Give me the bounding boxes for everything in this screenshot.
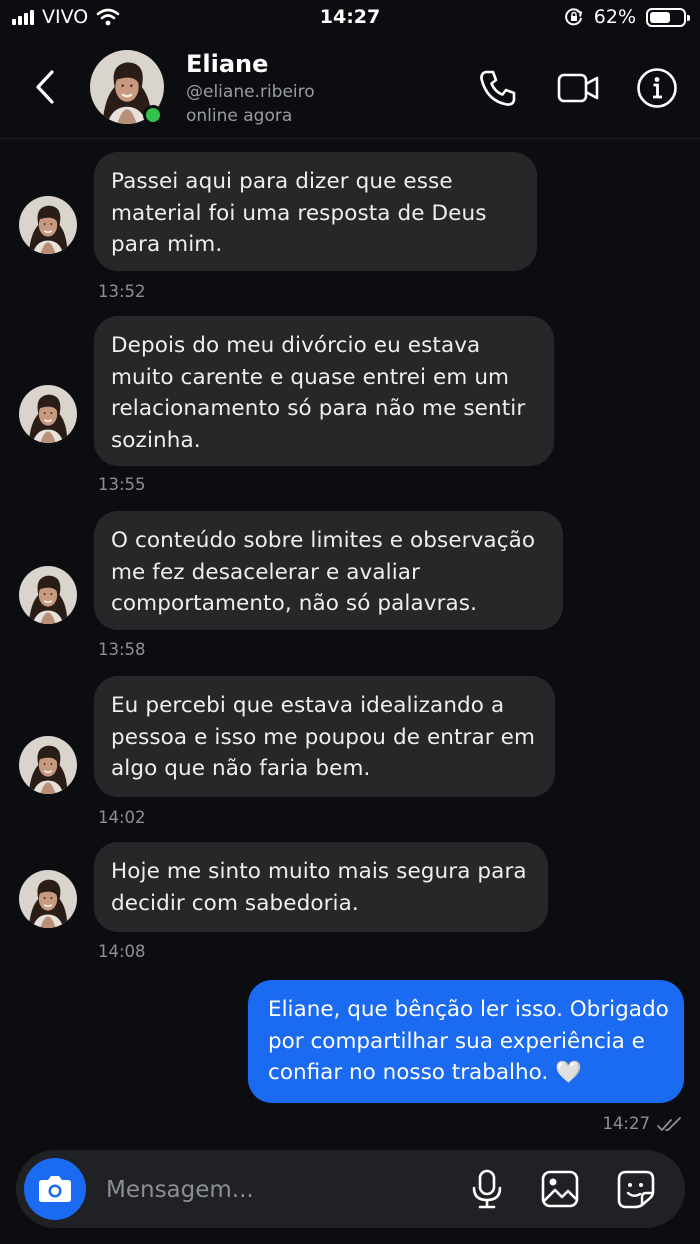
status-bar: VIVO 14:27 62% [0, 0, 700, 38]
contact-name[interactable]: Eliane [186, 50, 268, 78]
message-text: Passei aqui para dizer que esse [111, 169, 453, 194]
message-text: relacionamento só para não me sentir [111, 396, 526, 421]
message-text: Eu percebi que estava idealizando a [111, 693, 505, 718]
camera-button[interactable] [24, 1158, 86, 1220]
camera-icon [39, 1176, 71, 1202]
message-text: confiar no nosso trabalho. 🤍 [268, 1060, 582, 1085]
message-text: Eliane, que bênção ler isso. Obrigado [268, 997, 669, 1022]
message-text: por compartilhar sua experiência e [268, 1028, 645, 1054]
message-time: 14:27 [602, 1114, 650, 1133]
double-check-icon [657, 1117, 681, 1131]
message-text: sozinha. [111, 427, 201, 453]
message-text: me fez desacelerar e avaliar [111, 559, 421, 585]
message-time: 14:08 [98, 942, 146, 961]
message-text: algo que não faria bem. [111, 756, 371, 781]
message-text: comportamento, não só palavras. [111, 591, 478, 616]
battery-fill [650, 11, 670, 23]
orientation-lock-icon [564, 8, 582, 26]
message-bubble[interactable]: O conteúdo sobre limites e observação me… [94, 511, 563, 630]
message-text: material foi uma resposta de Deus [111, 200, 487, 226]
message-text: pessoa e isso me poupou de entrar em [111, 724, 536, 750]
message-bubble[interactable]: Passei aqui para dizer que esse material… [94, 152, 537, 271]
message-time: 13:58 [98, 640, 146, 659]
message-text: muito carente e quase entrei em um [111, 364, 510, 390]
online-indicator [143, 105, 163, 125]
message-text: decidir com sabedoria. [111, 890, 359, 916]
outgoing-message-bubble[interactable]: Eliane, que bênção ler isso. Obrigado po… [248, 980, 684, 1103]
message-text: Hoje me sinto muito mais segura para [111, 859, 527, 884]
message-input[interactable] [104, 1170, 448, 1210]
message-time: 13:55 [98, 475, 146, 494]
microphone-icon[interactable] [467, 1168, 507, 1210]
battery-percent: 62% [593, 6, 636, 28]
message-time: 14:02 [98, 808, 146, 827]
message-time: 13:52 [98, 282, 146, 301]
chat-header: Eliane @eliane.ribeiro online agora [0, 38, 700, 139]
message-bubble[interactable]: Eu percebi que estava idealizando a pess… [94, 676, 555, 797]
gallery-icon[interactable] [540, 1168, 580, 1210]
avatar[interactable] [19, 870, 77, 928]
avatar[interactable] [19, 736, 77, 794]
avatar[interactable] [19, 385, 77, 443]
message-composer [16, 1150, 685, 1228]
message-bubble[interactable]: Hoje me sinto muito mais segura para dec… [94, 842, 548, 932]
battery-icon [646, 7, 690, 27]
status-right: 62% [564, 6, 690, 28]
info-icon[interactable] [635, 66, 679, 110]
message-bubble[interactable]: Depois do meu divórcio eu estava muito c… [94, 316, 554, 466]
message-text: para mim. [111, 232, 223, 257]
message-text: Depois do meu divórcio eu estava [111, 333, 481, 358]
video-icon[interactable] [556, 66, 600, 110]
contact-status: online agora [186, 106, 293, 126]
contact-handle: @eliane.ribeiro [186, 82, 315, 102]
back-icon[interactable] [28, 66, 64, 108]
avatar[interactable] [19, 566, 77, 624]
sticker-icon[interactable] [616, 1168, 656, 1210]
avatar[interactable] [19, 196, 77, 254]
message-text: O conteúdo sobre limites e observação [111, 528, 536, 553]
phone-icon[interactable] [476, 66, 520, 110]
